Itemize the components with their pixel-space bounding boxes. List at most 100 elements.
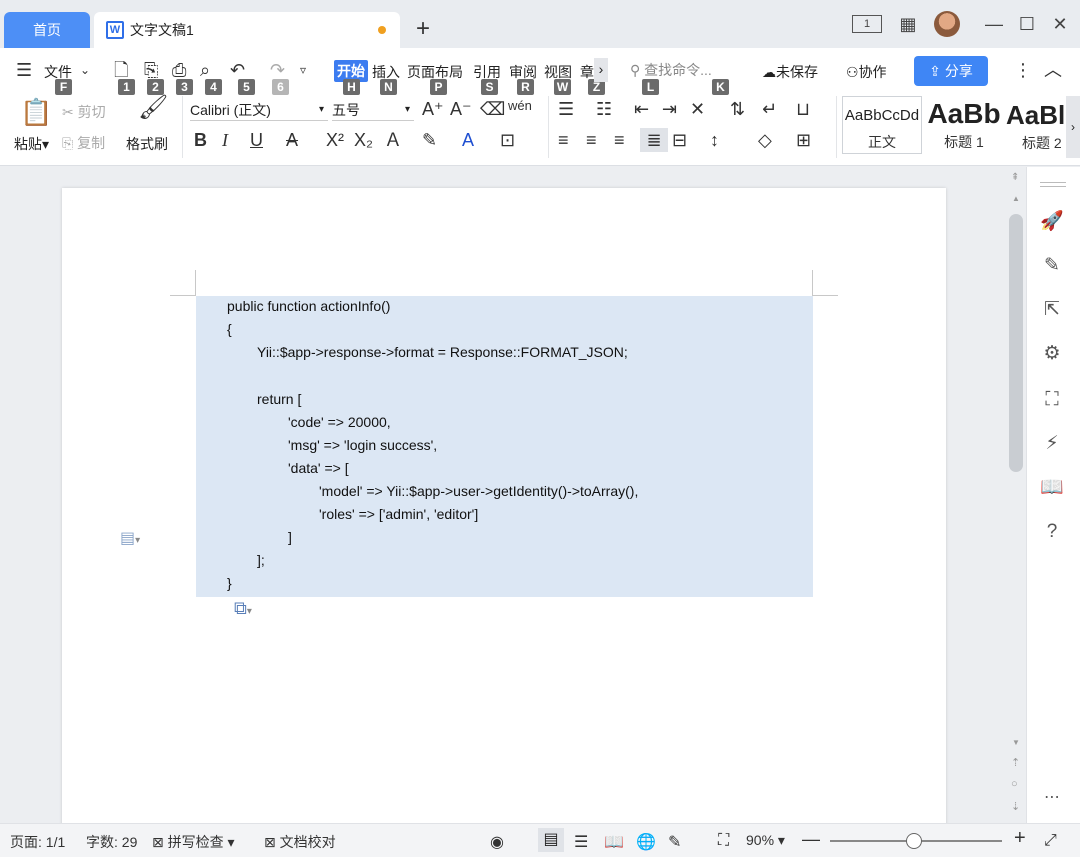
chinese-layout-icon[interactable]: ✕ [690, 99, 705, 119]
next-page-icon[interactable]: ⇣ [1011, 800, 1020, 813]
help-icon[interactable]: ? [1040, 520, 1064, 544]
fit-page-icon[interactable]: ⛶ [718, 832, 729, 850]
zoom-out-button[interactable]: — [802, 829, 820, 850]
share-button[interactable]: ⇪ 分享 [914, 56, 988, 86]
strikethrough-icon[interactable]: A [286, 130, 298, 150]
italic-icon[interactable]: I [222, 130, 228, 150]
superscript-icon[interactable]: X² [326, 130, 344, 150]
align-right-icon[interactable]: ≡ [614, 130, 625, 150]
maximize-button[interactable]: ☐ [1015, 14, 1039, 36]
prev-page-icon[interactable]: ⇡ [1011, 756, 1020, 769]
doc-proof-button[interactable]: ⊠ 文档校对 [264, 832, 336, 852]
style-heading-2[interactable]: AaBl 标题 2 [1006, 96, 1064, 154]
scroll-down-icon[interactable]: ▼ [1012, 738, 1020, 747]
align-center-icon[interactable]: ≡ [586, 130, 597, 150]
show-marks-icon[interactable]: ↵ [762, 99, 777, 119]
increase-font-icon[interactable]: A⁺ [422, 99, 444, 119]
font-name-select[interactable]: Calibri (正文) ▾ [190, 99, 328, 121]
new-tab-button[interactable]: + [410, 16, 436, 44]
decrease-font-icon[interactable]: A⁻ [450, 99, 472, 119]
pinyin-icon[interactable]: wén [508, 96, 532, 116]
scroll-up-icon[interactable]: ▲ [1012, 194, 1020, 203]
hamburger-menu-icon[interactable]: ☰ [16, 60, 32, 80]
print-icon[interactable]: ⎙ [172, 60, 186, 80]
format-painter-button[interactable]: 格式刷 [126, 134, 168, 154]
search-command[interactable]: ⚲ 查找命令... [630, 60, 712, 80]
zoom-select[interactable]: 90% ▾ [746, 832, 785, 849]
distribute-icon[interactable]: ⊟ [672, 130, 687, 150]
collapse-ribbon-icon[interactable]: ︿ [1044, 60, 1062, 80]
word-count[interactable]: 字数: 29 [86, 832, 137, 852]
new-doc-icon[interactable]: 🗋 [114, 60, 128, 80]
more-options-icon[interactable]: ⋮ [1014, 60, 1032, 80]
text-effect-icon[interactable]: Ａ [384, 130, 402, 150]
paragraph-menu-icon[interactable]: ▤▾ [120, 528, 140, 548]
styles-scroll-right-icon[interactable]: › [1066, 96, 1080, 158]
select-browse-icon[interactable]: ○ [1011, 778, 1018, 790]
line-spacing-icon[interactable]: ↕ [710, 130, 719, 150]
page-indicator[interactable]: 页面: 1/1 [10, 832, 65, 852]
eye-protection-icon[interactable]: ◉ [490, 832, 504, 852]
redo-icon[interactable]: ↷ [270, 60, 285, 80]
shading-icon[interactable]: ◇ [758, 130, 772, 150]
style-heading-1[interactable]: AaBb 标题 1 [924, 96, 1004, 154]
lightning-icon[interactable]: ⚡ [1040, 432, 1064, 456]
decrease-indent-icon[interactable]: ⇤ [634, 99, 649, 119]
web-view-icon[interactable]: 🌐 [636, 832, 656, 852]
font-size-select[interactable]: 五号 ▾ [332, 99, 414, 121]
chevron-down-icon[interactable]: ⌄ [80, 60, 90, 80]
book-search-icon[interactable]: 📖 [1040, 476, 1064, 500]
write-view-icon[interactable]: ✎ [668, 832, 681, 852]
pointer-icon[interactable]: ⇱ [1040, 298, 1064, 322]
clear-format-icon[interactable]: ⌫ [480, 99, 505, 119]
sort-icon[interactable]: ⇅ [730, 99, 745, 119]
align-left-icon[interactable]: ≡ [558, 130, 569, 150]
increase-indent-icon[interactable]: ⇥ [662, 99, 677, 119]
zoom-in-button[interactable]: + [1014, 827, 1026, 850]
paste-button[interactable]: 粘贴▾ [14, 134, 49, 154]
image-icon[interactable]: ⛶ [1040, 388, 1064, 412]
scrollbar-thumb[interactable] [1009, 214, 1023, 472]
borders-icon[interactable]: ⊞ [796, 130, 811, 150]
more-tabs-button[interactable]: › [594, 58, 608, 82]
highlight-icon[interactable]: ✎ [422, 130, 437, 150]
format-painter-icon[interactable]: 🖌 [138, 96, 168, 120]
grid-apps-icon[interactable]: ▦ [896, 14, 920, 36]
more-dots-icon[interactable]: ⋯ [1040, 786, 1064, 810]
font-color-icon[interactable]: A [462, 130, 474, 150]
close-button[interactable]: ✕ [1048, 14, 1072, 36]
copy-button[interactable]: ⎘ 复制 [62, 133, 105, 153]
spell-check-button[interactable]: ⊠ 拼写检查 ▾ [152, 832, 235, 852]
tab-home[interactable]: 首页 [4, 12, 90, 48]
numbering-icon[interactable]: ☷ [596, 99, 612, 119]
ruler-icon[interactable]: ⊔ [796, 99, 810, 119]
selected-code-block[interactable]: public function actionInfo() { Yii::$app… [196, 296, 813, 597]
unsaved-status[interactable]: ☁未保存 [762, 62, 818, 82]
reading-view-icon[interactable]: 📖 [604, 832, 624, 852]
char-border-icon[interactable]: ⊡ [500, 130, 515, 150]
customize-quick-access-icon[interactable]: ▿ [300, 60, 306, 80]
rocket-icon[interactable]: 🚀 [1040, 210, 1064, 234]
collab-button[interactable]: ⚇协作 [846, 62, 887, 82]
paste-icon[interactable]: 📋 [20, 98, 52, 126]
settings-sliders-icon[interactable]: ⚙ [1040, 342, 1064, 366]
bold-icon[interactable]: B [194, 130, 207, 150]
open-icon[interactable]: ⎘ [144, 60, 158, 80]
fullscreen-icon[interactable]: ⤢ [1044, 832, 1057, 850]
undo-icon[interactable]: ↶ [230, 60, 245, 80]
page-view-icon[interactable]: ▤ [538, 828, 564, 852]
style-normal[interactable]: AaBbCcDd 正文 [842, 96, 922, 154]
bullets-icon[interactable]: ☰ [558, 99, 574, 119]
outline-view-icon[interactable]: ☰ [574, 832, 588, 852]
print-preview-icon[interactable]: ⌕ [200, 60, 210, 80]
justify-icon[interactable]: ≣ [640, 128, 668, 152]
avatar[interactable] [934, 11, 960, 37]
reading-layout-button[interactable]: 1 [852, 15, 882, 33]
minimize-button[interactable]: — [982, 14, 1006, 36]
tab-document[interactable]: W 文字文稿1 [94, 12, 400, 48]
underline-icon[interactable]: U [250, 130, 263, 150]
subscript-icon[interactable]: X₂ [354, 130, 373, 150]
scroll-top-icon[interactable]: ⇞ [1011, 172, 1019, 183]
cut-button[interactable]: ✂ 剪切 [62, 102, 106, 122]
pen-icon[interactable]: ✎ [1040, 254, 1064, 278]
